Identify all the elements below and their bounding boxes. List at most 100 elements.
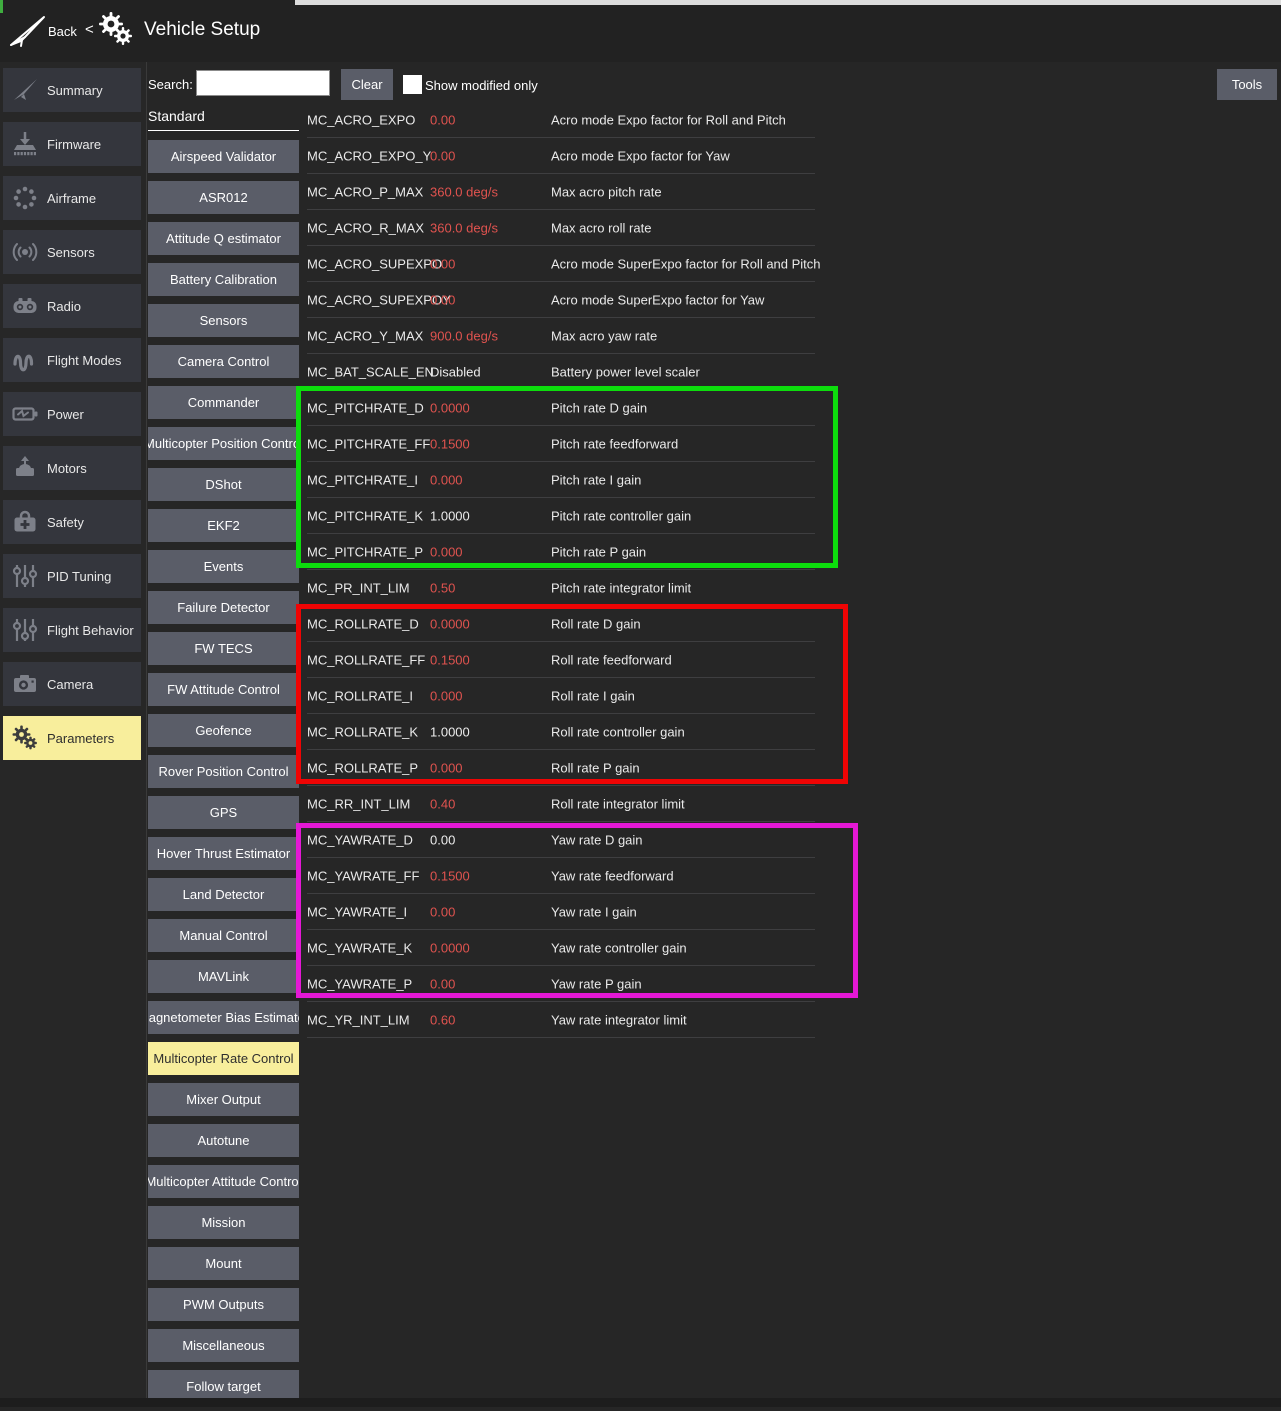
param-row[interactable]: MC_YAWRATE_D0.00Yaw rate D gain	[300, 822, 816, 858]
param-row[interactable]: MC_ACRO_P_MAX360.0 deg/sMax acro pitch r…	[300, 174, 816, 210]
param-description: Pitch rate D gain	[551, 401, 647, 416]
group-button[interactable]: Multicopter Position Control	[148, 427, 299, 460]
param-row[interactable]: MC_ACRO_Y_MAX900.0 deg/sMax acro yaw rat…	[300, 318, 816, 354]
param-row[interactable]: MC_YAWRATE_I0.00Yaw rate I gain	[300, 894, 816, 930]
group-button[interactable]: Airspeed Validator	[148, 140, 299, 173]
sidebar-item-pid-tuning[interactable]: PID Tuning	[3, 554, 141, 598]
param-row[interactable]: MC_ACRO_SUPEXPOY0.00Acro mode SuperExpo …	[300, 282, 816, 318]
param-row[interactable]: MC_ROLLRATE_FF0.1500Roll rate feedforwar…	[300, 642, 816, 678]
motor-arrow-icon	[3, 454, 47, 482]
group-button[interactable]: Hover Thrust Estimator	[148, 837, 299, 870]
group-button[interactable]: Manual Control	[148, 919, 299, 952]
sidebar-item-label: Summary	[47, 83, 103, 98]
group-button[interactable]: Camera Control	[148, 345, 299, 378]
param-name: MC_RR_INT_LIM	[307, 797, 410, 812]
param-value: 0.00	[430, 905, 455, 920]
param-row[interactable]: MC_BAT_SCALE_ENDisabledBattery power lev…	[300, 354, 816, 390]
param-name: MC_ROLLRATE_P	[307, 761, 418, 776]
param-description: Roll rate integrator limit	[551, 797, 685, 812]
sidebar-item-flight-modes[interactable]: Flight Modes	[3, 338, 141, 382]
param-description: Yaw rate D gain	[551, 833, 643, 848]
group-button[interactable]: Geofence	[148, 714, 299, 747]
param-row[interactable]: MC_YAWRATE_FF0.1500Yaw rate feedforward	[300, 858, 816, 894]
param-row[interactable]: MC_PITCHRATE_I0.000Pitch rate I gain	[300, 462, 816, 498]
param-description: Acro mode SuperExpo factor for Roll and …	[551, 257, 821, 272]
group-button[interactable]: Mount	[148, 1247, 299, 1280]
param-value: 0.1500	[430, 869, 470, 884]
group-button[interactable]: ASR012	[148, 181, 299, 214]
param-row[interactable]: MC_PITCHRATE_D0.0000Pitch rate D gain	[300, 390, 816, 426]
sidebar-item-label: Power	[47, 407, 84, 422]
param-row[interactable]: MC_ACRO_EXPO_Y0.00Acro mode Expo factor …	[300, 138, 816, 174]
param-name: MC_YAWRATE_FF	[307, 869, 419, 884]
show-modified-checkbox[interactable]	[403, 75, 422, 94]
param-row[interactable]: MC_ROLLRATE_D0.0000Roll rate D gain	[300, 606, 816, 642]
param-row[interactable]: MC_ROLLRATE_P0.000Roll rate P gain	[300, 750, 816, 786]
group-button[interactable]: FW TECS	[148, 632, 299, 665]
param-row[interactable]: MC_PITCHRATE_K1.0000Pitch rate controlle…	[300, 498, 816, 534]
group-button[interactable]: PWM Outputs	[148, 1288, 299, 1321]
search-input[interactable]	[196, 70, 330, 96]
param-row[interactable]: MC_YR_INT_LIM0.60Yaw rate integrator lim…	[300, 1002, 816, 1038]
tools-button[interactable]: Tools	[1217, 69, 1277, 100]
param-name: MC_ACRO_SUPEXPO	[307, 257, 442, 272]
sidebar-item-camera[interactable]: Camera	[3, 662, 141, 706]
param-row[interactable]: MC_YAWRATE_P0.00Yaw rate P gain	[300, 966, 816, 1002]
sidebar-item-flight-behavior[interactable]: Flight Behavior	[3, 608, 141, 652]
setup-sidebar: Summary Firmware Airframe Sensors	[0, 62, 147, 1398]
param-description: Yaw rate integrator limit	[551, 1013, 687, 1028]
group-button[interactable]: Rover Position Control	[148, 755, 299, 788]
window-edge-green-mark	[0, 0, 3, 13]
sidebar-item-firmware[interactable]: Firmware	[3, 122, 141, 166]
group-button[interactable]: Mixer Output	[148, 1083, 299, 1116]
group-button[interactable]: Land Detector	[148, 878, 299, 911]
group-button[interactable]: Attitude Q estimator	[148, 222, 299, 255]
param-name: MC_ACRO_Y_MAX	[307, 329, 423, 344]
sidebar-item-radio[interactable]: Radio	[3, 284, 141, 328]
param-row[interactable]: MC_ROLLRATE_I0.000Roll rate I gain	[300, 678, 816, 714]
group-button[interactable]: Mission	[148, 1206, 299, 1239]
group-button[interactable]: DShot	[148, 468, 299, 501]
sidebar-item-parameters[interactable]: Parameters	[3, 716, 141, 760]
group-button[interactable]: MAVLink	[148, 960, 299, 993]
clear-button[interactable]: Clear	[341, 69, 393, 100]
param-name: MC_BAT_SCALE_EN	[307, 365, 434, 380]
group-button[interactable]: Magnetometer Bias Estimator	[148, 1001, 299, 1034]
param-row[interactable]: MC_PITCHRATE_P0.000Pitch rate P gain	[300, 534, 816, 570]
sidebar-item-safety[interactable]: Safety	[3, 500, 141, 544]
param-row[interactable]: MC_ACRO_EXPO0.00Acro mode Expo factor fo…	[300, 102, 816, 138]
sidebar-item-label: Firmware	[47, 137, 101, 152]
search-label: Search:	[148, 77, 193, 92]
sidebar-item-summary[interactable]: Summary	[3, 68, 141, 112]
param-value: 0.00	[430, 113, 455, 128]
group-button[interactable]: EKF2	[148, 509, 299, 542]
group-button[interactable]: Battery Calibration	[148, 263, 299, 296]
group-button[interactable]: Autotune	[148, 1124, 299, 1157]
group-button[interactable]: Events	[148, 550, 299, 583]
param-row[interactable]: MC_ACRO_SUPEXPO0.00Acro mode SuperExpo f…	[300, 246, 816, 282]
group-button-multicopter-rate-control[interactable]: Multicopter Rate Control	[148, 1042, 299, 1075]
param-row[interactable]: MC_PR_INT_LIM0.50Pitch rate integrator l…	[300, 570, 816, 606]
param-row[interactable]: MC_PITCHRATE_FF0.1500Pitch rate feedforw…	[300, 426, 816, 462]
group-button[interactable]: Sensors	[148, 304, 299, 337]
param-row[interactable]: MC_YAWRATE_K0.0000Yaw rate controller ga…	[300, 930, 816, 966]
param-row[interactable]: MC_ROLLRATE_K1.0000Roll rate controller …	[300, 714, 816, 750]
group-button[interactable]: Miscellaneous	[148, 1329, 299, 1362]
param-value: 0.60	[430, 1013, 455, 1028]
sidebar-item-airframe[interactable]: Airframe	[3, 176, 141, 220]
breadcrumb-chevron: <	[85, 21, 94, 38]
group-button[interactable]: FW Attitude Control	[148, 673, 299, 706]
sidebar-item-motors[interactable]: Motors	[3, 446, 141, 490]
group-button[interactable]: Commander	[148, 386, 299, 419]
param-value: 0.0000	[430, 617, 470, 632]
group-button[interactable]: Multicopter Attitude Control	[148, 1165, 299, 1198]
group-button[interactable]: Failure Detector	[148, 591, 299, 624]
param-row[interactable]: MC_RR_INT_LIM0.40Roll rate integrator li…	[300, 786, 816, 822]
sidebar-item-sensors[interactable]: Sensors	[3, 230, 141, 274]
window-bottom-strip	[0, 1398, 1281, 1407]
sidebar-item-power[interactable]: Power	[3, 392, 141, 436]
param-row[interactable]: MC_ACRO_R_MAX360.0 deg/sMax acro roll ra…	[300, 210, 816, 246]
back-button[interactable]: Back	[48, 24, 77, 39]
param-name: MC_PITCHRATE_P	[307, 545, 423, 560]
group-button[interactable]: GPS	[148, 796, 299, 829]
